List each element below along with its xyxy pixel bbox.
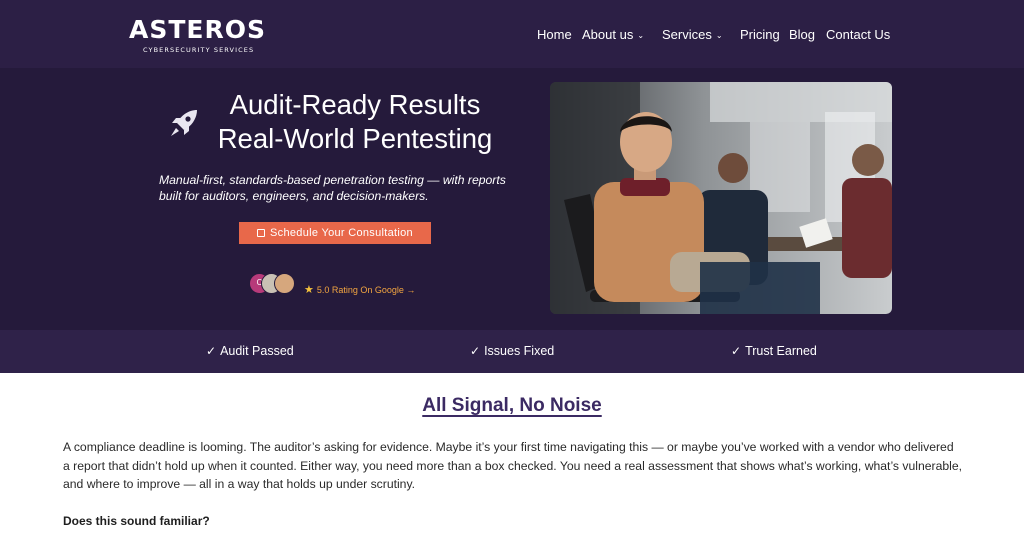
avatar <box>274 273 295 294</box>
check-icon: ✓ <box>206 344 217 358</box>
rocket-icon <box>171 110 197 136</box>
intro-paragraph: A compliance deadline is looming. The au… <box>63 440 963 492</box>
benefit-trust-earned: ✓ Trust Earned <box>731 344 817 358</box>
brand-tagline: CYBERSECURITY SERVICES <box>143 46 255 54</box>
chevron-down-icon: ⌄ <box>637 31 645 40</box>
hero-title: Audit-Ready Results Real-World Pentestin… <box>200 88 510 156</box>
google-rating-link[interactable]: ★ 5.0 Rating On Google → <box>304 283 415 296</box>
hero-title-line-2: Real-World Pentesting <box>217 123 493 154</box>
section-heading: All Signal, No Noise <box>422 395 602 416</box>
team-meeting-photo <box>550 82 892 314</box>
cta-label: Schedule Your Consultation <box>270 227 413 239</box>
hero-title-line-1: Audit-Ready Results <box>229 89 481 120</box>
nav-home[interactable]: Home <box>537 27 572 42</box>
reviewer-avatars: C <box>249 273 299 295</box>
nav-blog[interactable]: Blog <box>789 27 815 42</box>
check-icon: ✓ <box>731 344 742 358</box>
star-icon: ★ <box>304 284 314 296</box>
nav-contact-us[interactable]: Contact Us <box>826 27 890 42</box>
benefit-audit-passed: ✓ Audit Passed <box>206 344 294 358</box>
familiar-question: Does this sound familiar? <box>63 514 210 528</box>
nav-services[interactable]: Services ⌄ <box>662 27 723 42</box>
nav-pricing[interactable]: Pricing <box>740 27 780 42</box>
check-icon: ✓ <box>470 344 481 358</box>
calendar-icon <box>257 229 266 237</box>
chevron-down-icon: ⌄ <box>715 31 723 40</box>
site-header: ASTEROS CYBERSECURITY SERVICES Home Abou… <box>0 0 1024 68</box>
benefit-issues-fixed: ✓ Issues Fixed <box>470 344 555 358</box>
brand-logo[interactable]: ASTEROS CYBERSECURITY SERVICES <box>129 16 289 56</box>
brand-name: ASTEROS <box>129 15 266 44</box>
rating-text: 5.0 Rating On Google → <box>316 285 416 295</box>
hero-subtitle: Manual-first, standards-based penetratio… <box>159 173 506 203</box>
benefits-bar: ✓ Audit Passed ✓ Issues Fixed ✓ Trust Earne… <box>0 330 1024 373</box>
nav-about-us[interactable]: About us ⌄ <box>582 27 644 42</box>
schedule-consultation-button[interactable]: Schedule Your Consultation <box>239 222 431 244</box>
